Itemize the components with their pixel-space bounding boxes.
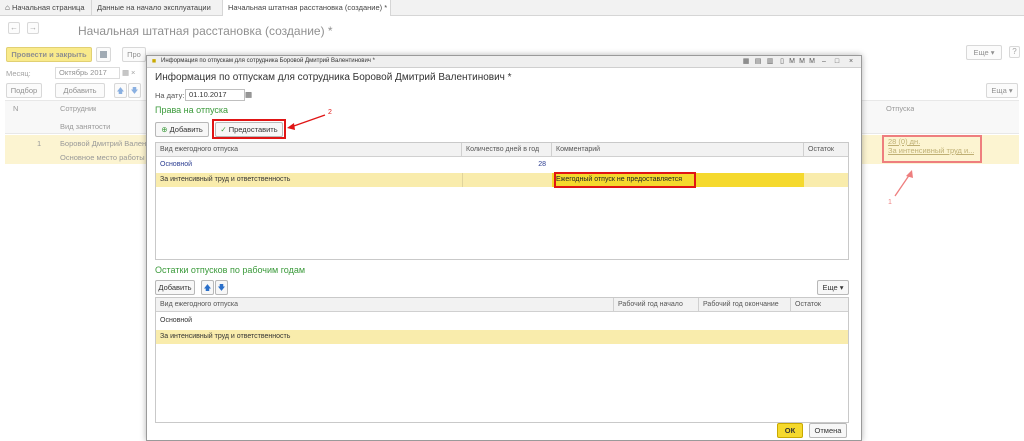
list-icon[interactable]: ▤ [754,58,762,66]
col-leave-type: Вид ежегодного отпуска [156,143,462,157]
balances-table: Вид ежегодного отпуска Рабочий год начал… [155,297,849,423]
leave-info-dialog: ■ Информация по отпускам для сотрудника … [146,55,862,441]
rights-section-title: Права на отпуска [155,105,228,115]
col-days-per-year: Количество дней в год [462,143,552,157]
cell-divider [462,173,463,187]
highlight-comment-cell [554,172,696,188]
annotation-arrow-2 [287,114,326,130]
calendar-icon[interactable]: ▦ [245,90,252,99]
rights-table: Вид ежегодного отпуска Количество дней в… [155,142,849,260]
dialog-window-title: Информация по отпускам для сотрудника Бо… [161,58,375,64]
dialog-title-bar: ■ Информация по отпускам для сотрудника … [147,56,861,68]
col-year-start: Рабочий год начало [614,298,699,312]
tab-staffing[interactable]: Начальная штатная расстановка (создание)… [223,0,391,17]
col-rest: Остаток [795,301,821,308]
calendar-icon[interactable]: ▥ [766,58,774,66]
memory-plus-icon[interactable]: M [798,58,806,66]
move-down-icon[interactable]: 🡇 [215,280,228,295]
balances-section-title: Остатки отпусков по рабочим годам [155,265,306,275]
memory-minus-icon[interactable]: M [808,58,816,66]
col-rest: Остаток [808,146,834,153]
plus-icon: ⊕ [161,125,168,134]
tab-initial-data[interactable]: Данные на начало эксплуатации [92,0,223,16]
app-icon: ■ [151,58,157,65]
col-comment: Комментарий [552,143,804,157]
close-icon[interactable]: × [847,58,855,66]
tab-bar: ⌂ Начальная страница Данные на начало эк… [0,0,1024,17]
date-label: На дату: [155,91,185,100]
col-year-end: Рабочий год окончание [699,298,791,312]
rights-add-button[interactable]: ⊕ Добавить [155,122,209,137]
grid-icon[interactable]: ▦ [742,58,750,66]
balances-add-button[interactable]: Добавить [155,280,195,295]
maximize-icon[interactable]: □ [833,58,841,66]
tab-home[interactable]: ⌂ Начальная страница [0,0,92,16]
dialog-heading: Информация по отпускам для сотрудника Бо… [155,72,512,83]
highlight-grant-button [212,119,286,139]
rights-table-header: Вид ежегодного отпуска Количество дней в… [156,143,848,157]
rights-row-type[interactable]: Основной [156,158,462,172]
move-up-icon[interactable]: 🡅 [201,280,214,295]
bookmark-icon[interactable]: ▯ [778,58,786,66]
balances-more-button[interactable]: Еще ▾ [817,280,849,295]
cancel-button[interactable]: Отмена [809,423,847,438]
col-leave-type: Вид ежегодного отпуска [156,298,614,312]
ok-button[interactable]: ОК [777,423,803,438]
rights-row-days[interactable]: 28 [462,158,550,172]
memory-m-icon[interactable]: M [788,58,796,66]
balances-table-header: Вид ежегодного отпуска Рабочий год начал… [156,298,848,312]
date-field[interactable]: 01.10.2017 [185,89,245,101]
home-icon: ⌂ [5,3,10,12]
minimize-icon[interactable]: – [820,58,828,66]
balances-row-type[interactable]: Основной [156,314,614,328]
balances-row-type[interactable]: За интенсивный труд и ответственность [156,330,614,344]
rights-row-type[interactable]: За интенсивный труд и ответственность [156,173,462,187]
